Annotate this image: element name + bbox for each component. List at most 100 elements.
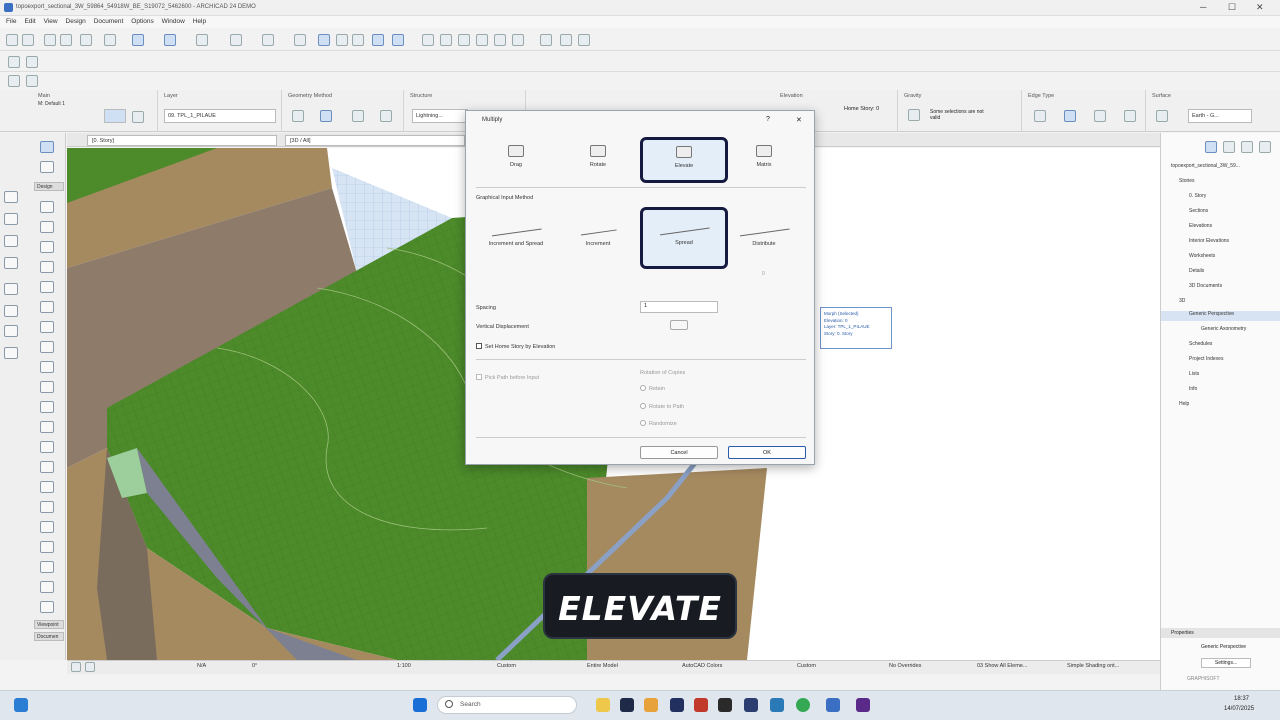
close-icon[interactable] [352, 34, 364, 46]
trace-icon[interactable] [132, 34, 144, 46]
edge-soft-icon[interactable] [1034, 110, 1046, 122]
menu-window[interactable]: Window [162, 18, 185, 25]
navigator-item[interactable]: Details [1189, 268, 1204, 274]
arc-tool[interactable] [40, 501, 54, 513]
method-increment[interactable]: Increment [558, 211, 638, 269]
project-map-icon[interactable] [1205, 141, 1217, 153]
navigator-item[interactable]: 3D Documents [1189, 283, 1222, 289]
navigator-item[interactable]: Schedules [1189, 341, 1212, 347]
align-icon[interactable] [422, 34, 434, 46]
rotation-randomize[interactable]: Randomize [640, 420, 677, 427]
app-icon[interactable] [770, 698, 784, 712]
structure-select[interactable]: Lightning... [412, 109, 468, 123]
3d-window-icon[interactable] [26, 56, 38, 68]
curtain-wall-tool[interactable] [4, 347, 18, 359]
scale-value[interactable]: 1:100 [397, 663, 411, 669]
navigator-item[interactable]: Project Indexes [1189, 356, 1223, 362]
lamp-tool[interactable] [40, 321, 54, 333]
marquee-tool-icon[interactable] [26, 75, 38, 87]
navigator-item[interactable]: Info [1189, 386, 1197, 392]
tab-3d-view[interactable]: [3D / All] [285, 135, 465, 146]
navigator-item[interactable]: Generic Axonometry [1201, 326, 1246, 332]
measure-icon[interactable] [104, 34, 116, 46]
method-increment-spread[interactable]: Increment and Spread [476, 211, 556, 269]
acrobat-icon[interactable] [694, 698, 708, 712]
slab-tool[interactable] [4, 257, 18, 269]
method-spread[interactable]: Spread [640, 207, 728, 269]
pencil-icon[interactable] [80, 34, 92, 46]
photoshop-icon[interactable] [620, 698, 634, 712]
pin-icon[interactable] [540, 34, 552, 46]
dialog-close-button[interactable]: ✕ [796, 116, 802, 124]
shading-value[interactable]: Simple Shading ont... [1067, 663, 1119, 669]
navigator-item[interactable]: Lists [1189, 371, 1199, 377]
layer-select[interactable]: 09. TPL_1_PILAUE [164, 109, 276, 123]
section-tool[interactable] [40, 561, 54, 573]
window-tool[interactable] [40, 221, 54, 233]
menu-edit[interactable]: Edit [24, 18, 35, 25]
start-icon[interactable] [413, 698, 427, 712]
spacing-input[interactable]: 1 [640, 301, 718, 313]
text-tool[interactable] [40, 421, 54, 433]
sync-icon[interactable] [578, 34, 590, 46]
layers-icon[interactable] [164, 34, 176, 46]
mode-rotate[interactable]: Rotate [558, 139, 638, 183]
label-tool[interactable] [40, 441, 54, 453]
app-icon[interactable] [856, 698, 870, 712]
show-elements-value[interactable]: 03 Show All Eleme... [977, 663, 1027, 669]
navigator-item[interactable]: Stories [1179, 178, 1195, 184]
navigator-root[interactable]: topoexport_sectional_3W_59... [1171, 163, 1240, 169]
file-explorer-icon[interactable] [596, 698, 610, 712]
polyline-icon[interactable] [292, 110, 304, 122]
split-icon[interactable] [494, 34, 506, 46]
arrow-select-tool[interactable] [40, 141, 54, 153]
zoom-out-icon[interactable] [85, 662, 95, 672]
floor-plan-icon[interactable] [8, 56, 20, 68]
column-tool[interactable] [4, 213, 18, 225]
structure-display-value[interactable]: Custom [797, 663, 816, 669]
line-tool[interactable] [40, 481, 54, 493]
beam-tool[interactable] [4, 235, 18, 247]
maximize-button[interactable]: ☐ [1228, 2, 1236, 13]
drawing-tool[interactable] [40, 541, 54, 553]
navigator-item[interactable]: Help [1179, 401, 1189, 407]
adjust-icon[interactable] [512, 34, 524, 46]
pick-up-icon[interactable] [44, 34, 56, 46]
method-distribute[interactable]: Distribute [724, 211, 804, 269]
mesh-tool[interactable] [40, 361, 54, 373]
navigator-item[interactable]: Sections [1189, 208, 1208, 214]
group-icon[interactable] [318, 34, 330, 46]
level-dimension-tool[interactable] [40, 401, 54, 413]
minimize-button[interactable]: ─ [1200, 2, 1206, 12]
rotation-to-path[interactable]: Rotate to Path [640, 403, 684, 410]
polygon-icon[interactable] [380, 110, 392, 122]
link-icon[interactable] [670, 320, 688, 330]
copy-icon[interactable] [560, 34, 572, 46]
lock-icon[interactable] [294, 34, 306, 46]
pause-icon[interactable] [196, 34, 208, 46]
distribute-icon[interactable] [440, 34, 452, 46]
edge-hard-icon[interactable] [1064, 110, 1076, 122]
close-window-button[interactable]: ✕ [1256, 2, 1264, 13]
door-tool[interactable] [40, 201, 54, 213]
marquee-tool[interactable] [40, 161, 54, 173]
publisher-icon[interactable] [1259, 141, 1271, 153]
redo-icon[interactable] [22, 34, 34, 46]
edge-custom-icon[interactable] [1124, 110, 1136, 122]
design-tab[interactable]: Design [34, 182, 64, 191]
navigator-item[interactable]: Worksheets [1189, 253, 1215, 259]
suspend-groups-icon[interactable] [336, 34, 348, 46]
grid-snap-icon[interactable] [372, 34, 384, 46]
zone-tool[interactable] [40, 341, 54, 353]
overrides-value[interactable]: No Overrides [889, 663, 921, 669]
gravity-icon[interactable] [392, 34, 404, 46]
navigator-item[interactable]: Elevations [1189, 223, 1212, 229]
mode-drag[interactable]: Drag [476, 139, 556, 183]
mode-matrix[interactable]: Matrix [724, 139, 804, 183]
rotation-retain[interactable]: Retain [640, 385, 665, 392]
settings-button[interactable]: Settings... [1201, 658, 1251, 668]
home-story-value[interactable]: Home Story: 0 [844, 106, 879, 112]
set-home-story-checkbox[interactable]: Set Home Story by Elevation [476, 343, 555, 350]
main-settings-icon[interactable] [132, 111, 144, 123]
mode-elevate[interactable]: Elevate [640, 137, 728, 183]
